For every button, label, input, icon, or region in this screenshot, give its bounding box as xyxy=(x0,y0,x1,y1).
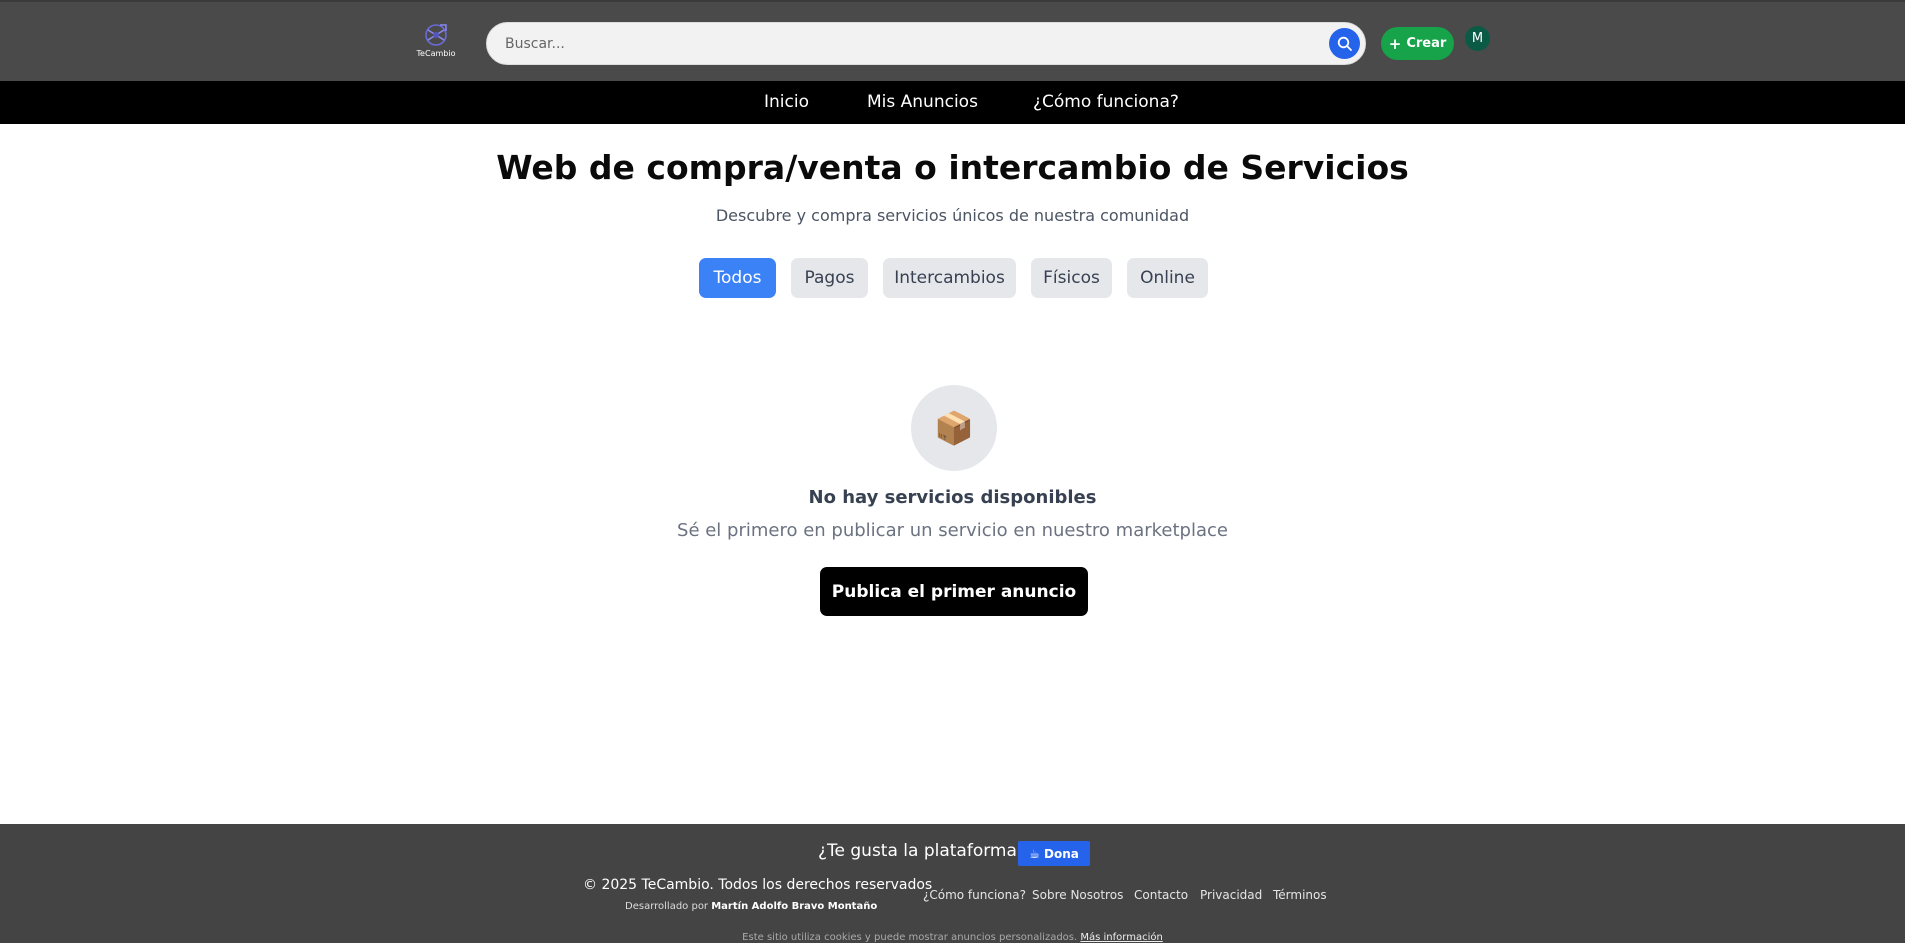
nav-item-como-funciona[interactable]: ¿Cómo funciona? xyxy=(1033,92,1179,112)
empty-state-title: No hay servicios disponibles xyxy=(808,487,1097,508)
empty-state-subtitle: Sé el primero en publicar un servicio en… xyxy=(677,520,1228,541)
footer-link-terminos[interactable]: Términos xyxy=(1273,888,1327,902)
create-label: Crear xyxy=(1406,36,1447,51)
main-nav: Inicio Mis Anuncios ¿Cómo funciona? xyxy=(0,81,1905,124)
filter-intercambios[interactable]: Intercambios xyxy=(883,258,1016,298)
filter-online[interactable]: Online xyxy=(1127,258,1208,298)
search-icon xyxy=(1337,36,1352,51)
footer-like-text: ¿Te gusta la plataforma? xyxy=(818,841,1026,861)
filter-pagos[interactable]: Pagos xyxy=(791,258,868,298)
search-input[interactable] xyxy=(505,23,1305,64)
nav-item-inicio[interactable]: Inicio xyxy=(764,92,809,112)
publish-first-ad-button[interactable]: Publica el primer anuncio xyxy=(820,567,1088,616)
top-header: TeCambio + Crear M xyxy=(0,0,1905,81)
cookie-more-link[interactable]: Más información xyxy=(1080,932,1162,943)
footer-link-sobre-nosotros[interactable]: Sobre Nosotros xyxy=(1032,888,1123,902)
developer-credit: Desarrollado por Martín Adolfo Bravo Mon… xyxy=(625,901,877,912)
footer-link-contacto[interactable]: Contacto xyxy=(1134,888,1188,902)
filter-fisicos[interactable]: Físicos xyxy=(1031,258,1112,298)
filter-todos[interactable]: Todos xyxy=(699,258,776,298)
developed-by-label: Desarrollado por xyxy=(625,901,709,912)
create-button[interactable]: + Crear xyxy=(1381,27,1454,60)
logo-icon xyxy=(425,24,447,46)
cookie-text: Este sitio utiliza cookies y puede mostr… xyxy=(742,932,1078,943)
copyright: © 2025 TeCambio. Todos los derechos rese… xyxy=(583,877,933,893)
nav-item-mis-anuncios[interactable]: Mis Anuncios xyxy=(867,92,978,112)
logo-text: TeCambio xyxy=(416,49,456,58)
cookie-notice: Este sitio utiliza cookies y puede mostr… xyxy=(0,932,1905,943)
page-title: Web de compra/venta o intercambio de Ser… xyxy=(496,148,1409,187)
developer-name: Martín Adolfo Bravo Montaño xyxy=(711,901,878,912)
footer-link-privacidad[interactable]: Privacidad xyxy=(1200,888,1262,902)
donate-button[interactable]: ☕ Dona xyxy=(1018,841,1090,866)
page-subtitle: Descubre y compra servicios únicos de nu… xyxy=(715,206,1190,225)
search-button[interactable] xyxy=(1329,28,1360,59)
avatar[interactable]: M xyxy=(1465,26,1490,51)
footer-link-como-funciona[interactable]: ¿Cómo funciona? xyxy=(923,888,1026,902)
package-icon: 📦 xyxy=(911,385,997,471)
plus-icon: + xyxy=(1388,34,1402,53)
search-bar xyxy=(486,22,1366,65)
footer: ¿Te gusta la plataforma? ☕ Dona © 2025 T… xyxy=(0,824,1905,943)
logo[interactable]: TeCambio xyxy=(414,22,458,62)
